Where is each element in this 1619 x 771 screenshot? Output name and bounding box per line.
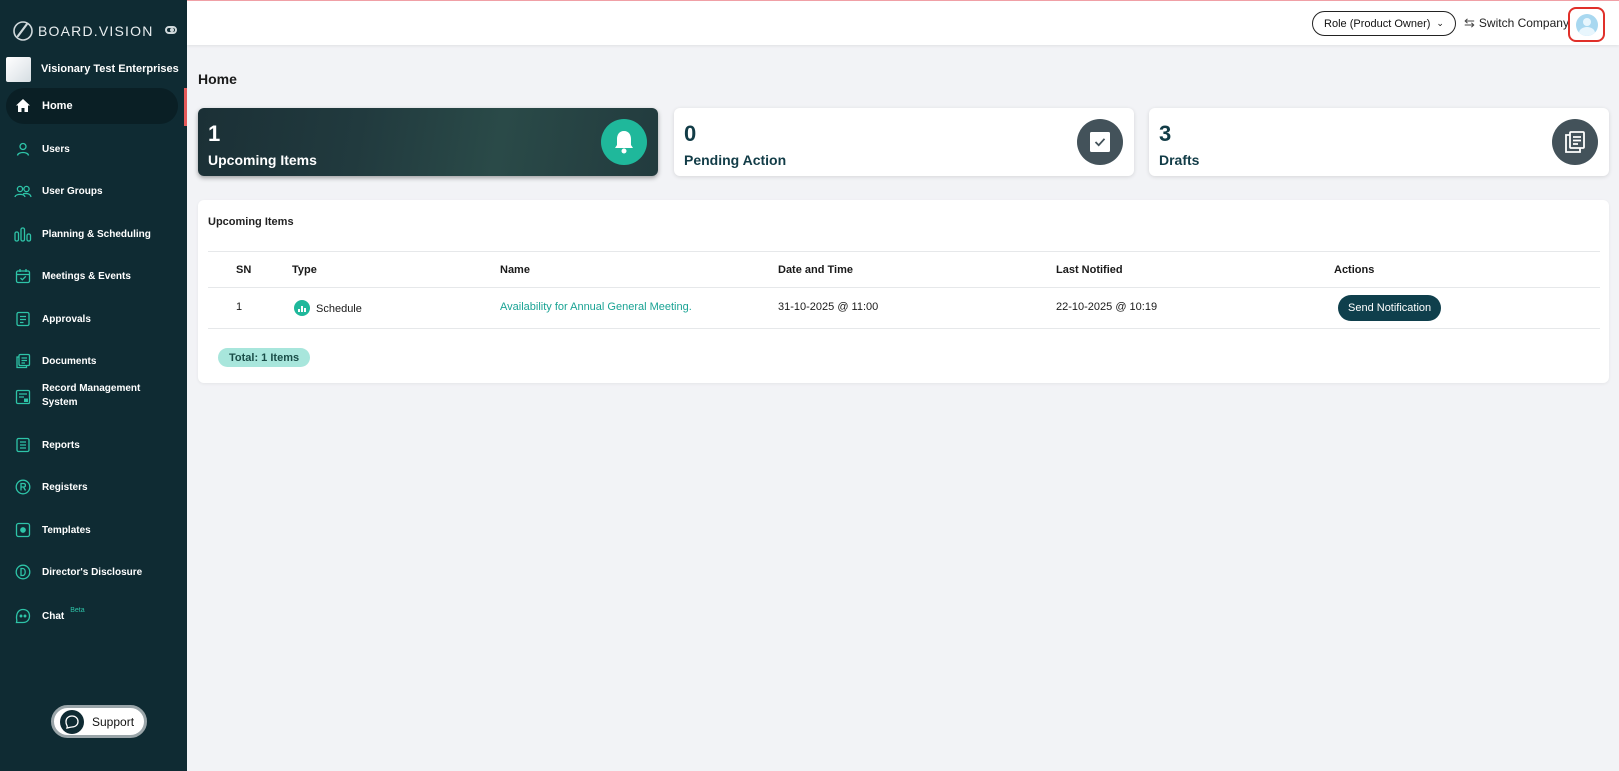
sidebar-item-documents[interactable]: Documents (6, 352, 178, 370)
sidebar-item-home[interactable]: Home (6, 88, 178, 124)
sidebar-item-record-management[interactable]: Record Management System (6, 382, 178, 412)
sidebar-item-label: Home (42, 100, 73, 112)
avatar (1575, 13, 1598, 36)
templates-icon (14, 521, 32, 539)
card-label: Drafts (1159, 152, 1200, 168)
support-chat-icon (60, 709, 84, 734)
drafts-icon (1552, 119, 1598, 165)
sidebar-item-meetings-events[interactable]: Meetings & Events (6, 267, 178, 285)
card-count: 3 (1159, 121, 1172, 146)
upcoming-items-card[interactable]: 1 Upcoming Items (198, 108, 658, 176)
table-header: SN Type Name Date and Time Last Notified… (208, 251, 1600, 288)
sidebar-item-label: Approvals (42, 313, 91, 325)
cell-sn: 1 (236, 301, 243, 313)
planning-icon (14, 225, 32, 243)
send-notification-button[interactable]: Send Notification (1338, 295, 1442, 321)
pending-action-card[interactable]: 0 Pending Action (674, 108, 1134, 176)
brand-logo[interactable]: BOARD.VISION (12, 20, 154, 42)
schedule-icon (294, 300, 310, 316)
column-header-name: Name (500, 264, 530, 276)
cell-date-time: 31-10-2025 @ 11:00 (778, 301, 879, 313)
calendar-icon (14, 267, 32, 285)
sidebar: BOARD.VISION Visionary Test Enterprises … (0, 0, 187, 771)
switch-arrows-icon: ⇆ (1464, 15, 1475, 30)
cell-last-notified: 22-10-2025 @ 10:19 (1056, 301, 1158, 313)
column-header-last-notified: Last Notified (1056, 264, 1123, 276)
sidebar-item-label: Planning & Scheduling (42, 228, 151, 240)
sidebar-item-planning-scheduling[interactable]: Planning & Scheduling (6, 225, 178, 243)
column-header-date-time: Date and Time (778, 264, 853, 276)
column-header-sn: SN (236, 264, 252, 276)
table-row: 1 Schedule Availability for Annual Gener… (208, 288, 1600, 329)
active-nav-marker (184, 88, 187, 126)
sidebar-item-label: Users (42, 143, 70, 155)
sidebar-item-directors-disclosure[interactable]: Director's Disclosure (6, 563, 178, 581)
column-header-actions: Actions (1334, 264, 1375, 276)
switch-company-label: Switch Company (1478, 16, 1569, 30)
total-items-badge: Total: 1 Items (218, 348, 311, 367)
beta-badge: Beta (70, 606, 85, 614)
profile-button[interactable] (1568, 7, 1605, 42)
approval-icon (14, 310, 32, 328)
chat-icon (14, 607, 32, 625)
sidebar-item-label: Templates (42, 524, 91, 536)
company-name: Visionary Test Enterprises (41, 63, 179, 75)
switch-company-button[interactable]: ⇆ Switch Company (1464, 15, 1569, 31)
sidebar-item-label: Reports (42, 439, 80, 451)
card-label: Upcoming Items (208, 152, 317, 168)
sidebar-item-reports[interactable]: Reports (6, 436, 178, 454)
sidebar-item-label: Record Management System (42, 383, 141, 408)
sidebar-item-approvals[interactable]: Approvals (6, 310, 178, 328)
logo-icon (13, 21, 33, 41)
sidebar-item-label: Meetings & Events (42, 270, 131, 282)
role-selector[interactable]: Role (Product Owner) ⌄ (1312, 11, 1456, 36)
user-icon (14, 140, 32, 158)
sidebar-collapse-toggle-icon[interactable] (165, 26, 177, 34)
disclosure-icon (14, 563, 32, 581)
item-name-link[interactable]: Availability for Annual General Meeting. (500, 301, 692, 313)
bell-icon (601, 119, 647, 165)
sidebar-item-user-groups[interactable]: User Groups (6, 182, 178, 200)
company-selector[interactable]: Visionary Test Enterprises (6, 56, 179, 82)
support-button[interactable]: Support (51, 705, 147, 738)
documents-icon (14, 352, 32, 370)
checkbox-icon (1077, 119, 1123, 165)
sidebar-item-templates[interactable]: Templates (6, 521, 178, 539)
sidebar-item-label: Registers (42, 481, 88, 493)
sidebar-item-label: Chat (42, 610, 65, 622)
card-count: 1 (208, 121, 221, 146)
registers-icon (14, 478, 32, 496)
sidebar-item-chat[interactable]: Chat Beta (6, 607, 178, 625)
upcoming-items-panel: Upcoming Items SN Type Name Date and Tim… (198, 200, 1609, 383)
drafts-card[interactable]: 3 Drafts (1149, 108, 1609, 176)
sidebar-item-label: Director's Disclosure (42, 566, 143, 578)
reports-icon (14, 436, 32, 454)
cell-type: Schedule (294, 300, 362, 317)
role-label: Role (Product Owner) (1324, 17, 1431, 30)
user-group-icon (14, 182, 32, 200)
company-logo (6, 56, 31, 82)
support-label: Support (92, 714, 135, 729)
card-count: 0 (684, 121, 697, 146)
cell-type-label: Schedule (316, 302, 362, 315)
panel-title: Upcoming Items (208, 216, 294, 228)
chevron-down-icon: ⌄ (1436, 18, 1444, 28)
page-title: Home (198, 71, 237, 87)
record-icon (14, 388, 32, 406)
card-label: Pending Action (684, 152, 787, 168)
sidebar-item-label: Documents (42, 355, 97, 367)
sidebar-item-label: User Groups (42, 185, 103, 197)
column-header-type: Type (292, 264, 317, 276)
sidebar-item-registers[interactable]: Registers (6, 478, 178, 496)
sidebar-item-users[interactable]: Users (6, 140, 178, 158)
brand-name: BOARD.VISION (38, 23, 154, 39)
home-icon (14, 97, 32, 115)
